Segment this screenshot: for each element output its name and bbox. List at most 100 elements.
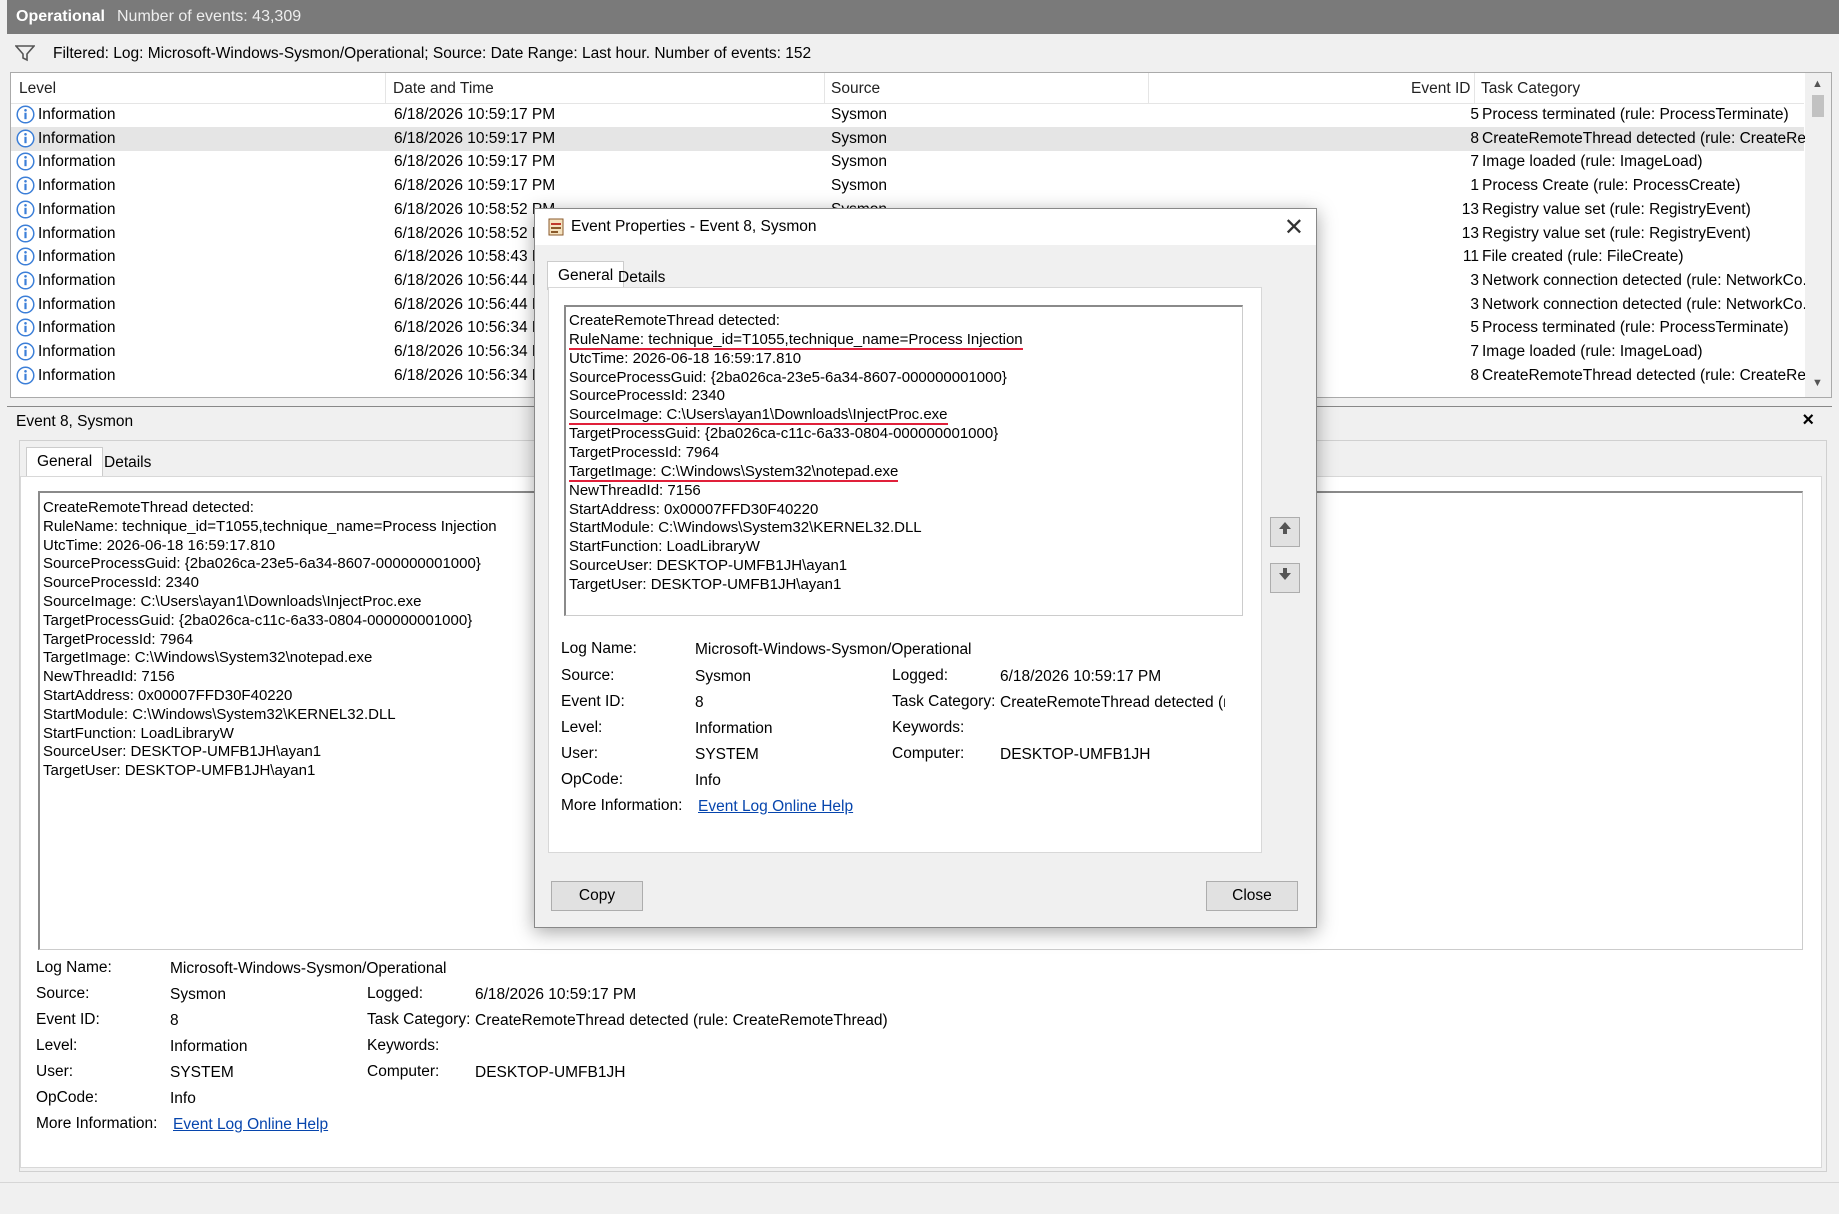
description-line: SourceProcessId: 2340 [569,387,1239,406]
event-list-scrollbar[interactable]: ▲ ▼ [1805,73,1831,397]
source-label: Source: [36,985,90,1002]
filter-bar: Filtered: Log: Microsoft-Windows-Sysmon/… [7,38,1832,70]
row-source: Sysmon [831,153,887,171]
description-line: NewThreadId: 7156 [569,482,1239,501]
information-icon [16,271,35,295]
description-line-text: SourceProcessId: 2340 [569,387,725,405]
dialog-task-category-label: Task Category: [892,693,996,710]
table-row[interactable]: Information 6/18/2026 10:59:17 PM Sysmon 1 P… [11,174,1804,198]
row-task-category: Process terminated (rule: ProcessTermina… [1482,319,1789,337]
tab-general[interactable]: General [26,447,104,476]
event-properties-dialog: Event Properties - Event 8, Sysmon ✕ Gen… [534,208,1317,928]
scrollbar-thumb[interactable] [1812,95,1824,117]
description-line: TargetProcessId: 7964 [569,444,1239,463]
tab-details[interactable]: Details [94,449,161,477]
description-line-text: StartAddress: 0x00007FFD30F40220 [43,686,293,704]
next-event-button[interactable] [1270,563,1300,593]
column-divider[interactable] [385,73,386,103]
row-task-category: Network connection detected (rule: Netwo… [1482,295,1816,313]
row-datetime: 6/18/2026 10:59:17 PM [394,106,556,123]
description-line: StartModule: C:\Windows\System32\KERNEL3… [569,519,1239,538]
table-row[interactable]: Information 6/18/2026 10:59:17 PM Sysmon 8 C… [11,126,1831,151]
information-icon [16,342,35,366]
dialog-event-id-label: Event ID: [561,693,625,710]
column-divider[interactable] [1474,73,1475,103]
preview-close-icon[interactable]: × [1802,409,1814,432]
log-name-value: Microsoft-Windows-Sysmon/Operational [170,960,447,977]
description-line: TargetUser: DESKTOP-UMFB1JH\ayan1 [569,576,1239,595]
row-level: Information [38,153,116,171]
description-line-text: SourceProcessGuid: {2ba026ca-23e5-6a34-8… [43,555,481,573]
column-divider[interactable] [824,73,825,103]
dialog-log-name-label: Log Name: [561,640,637,657]
scroll-up-icon[interactable]: ▲ [1812,78,1823,90]
description-line-text: SourceUser: DESKTOP-UMFB1JH\ayan1 [43,743,322,761]
description-line-text: TargetImage: C:\Windows\System32\notepad… [569,462,899,482]
description-line-text: StartModule: C:\Windows\System32\KERNEL3… [43,705,396,723]
row-level: Information [38,129,116,147]
row-datetime: 6/18/2026 10:59:17 PM [394,177,556,195]
copy-button[interactable]: Copy [551,881,643,911]
row-event-id: 8 [1470,129,1479,147]
dialog-source-value: Sysmon [695,668,751,685]
column-divider[interactable] [1148,73,1149,103]
column-header-task-category[interactable]: Task Category [1481,80,1580,98]
description-line: SourceImage: C:\Users\ayan1\Downloads\In… [569,406,1239,426]
row-source: Sysmon [831,106,887,123]
row-level: Information [38,343,116,360]
close-button[interactable]: Close [1206,881,1298,911]
dialog-source-label: Source: [561,667,615,684]
row-level: Information [38,366,116,384]
description-line-text: StartFunction: LoadLibraryW [569,538,760,556]
row-task-category: Registry value set (rule: RegistryEvent) [1482,224,1751,242]
column-header-event-id[interactable]: Event ID [1411,80,1470,98]
description-line-text: UtcTime: 2026-06-18 16:59:17.810 [43,536,276,554]
description-line: UtcTime: 2026-06-18 16:59:17.810 [569,350,1239,369]
description-line-text: TargetProcessGuid: {2ba026ca-c11c-6a33-0… [569,425,999,443]
description-line-text: CreateRemoteThread detected: [43,499,254,516]
row-level: Information [38,271,116,289]
row-source: Sysmon [831,177,887,195]
table-row[interactable]: Information 6/18/2026 10:59:17 PM Sysmon 7 I… [11,150,1804,174]
description-line-text: NewThreadId: 7156 [569,481,701,499]
description-line-text: SourceProcessGuid: {2ba026ca-23e5-6a34-8… [569,368,1007,386]
row-datetime: 6/18/2026 10:58:52 PM [394,224,556,242]
row-event-id: 13 [1461,200,1479,218]
scroll-down-icon[interactable]: ▼ [1812,377,1823,389]
information-icon [16,176,35,200]
description-line-text: SourceProcessId: 2340 [43,574,199,592]
dialog-title-bar[interactable]: Event Properties - Event 8, Sysmon ✕ [535,209,1316,245]
dialog-computer-value: DESKTOP-UMFB1JH [1000,746,1151,763]
description-line-text: SourceImage: C:\Users\ayan1\Downloads\In… [43,592,422,610]
dialog-event-description-text[interactable]: CreateRemoteThread detected: RuleName: te… [564,305,1243,616]
dialog-keywords-label: Keywords: [892,719,965,736]
user-label: User: [36,1063,74,1080]
description-line: TargetProcessGuid: {2ba026ca-c11c-6a33-0… [569,425,1239,444]
column-header-date[interactable]: Date and Time [393,80,494,98]
log-name: Operational [16,8,105,25]
description-line-text: NewThreadId: 7156 [43,668,175,686]
dialog-logged-label: Logged: [892,667,949,684]
information-icon [16,318,35,342]
description-line-text: SourceImage: C:\Users\ayan1\Downloads\In… [569,406,948,426]
column-header-level[interactable]: Level [19,80,56,98]
row-datetime: 6/18/2026 10:56:34 PM [394,319,556,337]
information-icon [16,366,35,390]
row-task-category: Process terminated (rule: ProcessTermina… [1482,106,1789,123]
dialog-close-icon[interactable]: ✕ [1284,213,1304,242]
description-line: StartFunction: LoadLibraryW [569,538,1239,557]
dialog-more-information-label: More Information: [561,797,683,814]
row-event-id: 5 [1470,319,1479,337]
dialog-level-label: Level: [561,719,603,736]
row-event-id: 1 [1470,177,1479,195]
description-line-text: TargetProcessGuid: {2ba026ca-c11c-6a33-0… [43,611,473,629]
event-viewer-icon [548,218,564,241]
table-row[interactable]: Information 6/18/2026 10:59:17 PM Sysmon 5 P… [11,103,1804,127]
column-header-source[interactable]: Source [831,80,880,98]
dialog-event-log-online-help-link[interactable]: Event Log Online Help [698,798,853,816]
row-event-id: 7 [1470,153,1479,171]
description-line: RuleName: technique_id=T1055,technique_n… [569,331,1239,350]
event-log-online-help-link[interactable]: Event Log Online Help [173,1116,328,1134]
dialog-computer-label: Computer: [892,745,965,762]
previous-event-button[interactable] [1270,517,1300,547]
